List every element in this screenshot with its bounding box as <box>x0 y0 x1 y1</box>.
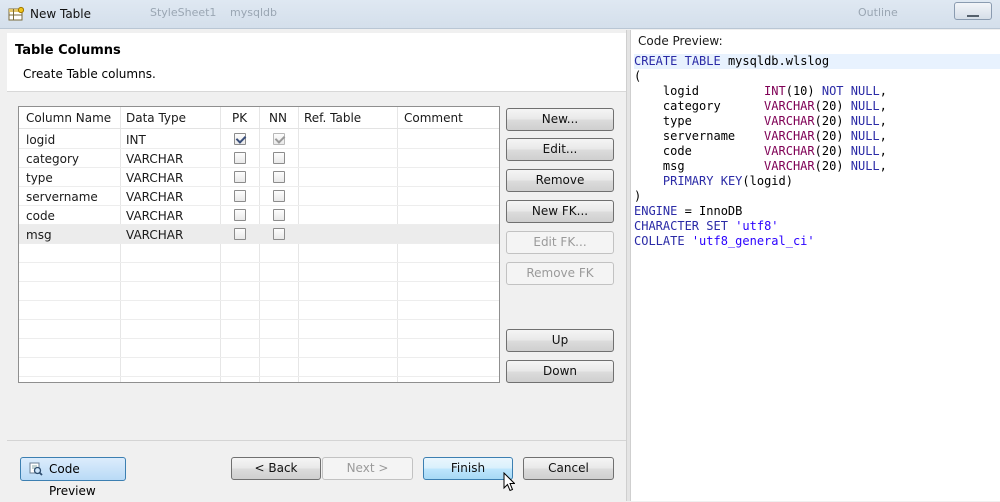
nn-checkbox[interactable] <box>273 133 285 145</box>
code-line: type VARCHAR(20) NULL, <box>634 114 887 128</box>
table-row[interactable]: code VARCHAR <box>19 206 499 225</box>
code-preview-title: Code Preview: <box>638 34 723 48</box>
column-name-cell[interactable]: code <box>26 209 55 223</box>
code-preview-label: Code Preview <box>49 462 96 498</box>
pk-checkbox[interactable] <box>234 209 246 221</box>
code-line: category VARCHAR(20) NULL, <box>634 99 887 113</box>
code-line: ENGINE = InnoDB <box>634 204 743 218</box>
back-button[interactable]: < Back <box>231 457 321 480</box>
data-type-cell[interactable]: VARCHAR <box>126 171 183 185</box>
columns-table: Column Name Data Type PK NN Ref. Table C… <box>18 106 500 383</box>
empty-row <box>19 339 499 358</box>
table-row[interactable]: type VARCHAR <box>19 168 499 187</box>
table-row[interactable]: msg VARCHAR <box>19 225 499 244</box>
column-name-cell[interactable]: msg <box>26 228 52 242</box>
code-preview-pane: Code Preview: CREATE TABLE mysqldb.wlslo… <box>631 30 1000 501</box>
background-tab-label: mysqldb <box>230 6 277 19</box>
column-name-cell[interactable]: type <box>26 171 53 185</box>
code-line: servername VARCHAR(20) NULL, <box>634 129 887 143</box>
nn-checkbox[interactable] <box>273 228 285 240</box>
pk-checkbox[interactable] <box>234 228 246 240</box>
new-fk-button[interactable]: New FK... <box>506 200 614 223</box>
data-type-cell[interactable]: INT <box>126 133 146 147</box>
code-line: COLLATE 'utf8_general_ci' <box>634 234 815 248</box>
nn-checkbox[interactable] <box>273 171 285 183</box>
table-row[interactable]: servername VARCHAR <box>19 187 499 206</box>
window-titlebar: New Table StyleSheet1 mysqldb Outline <box>0 0 1000 29</box>
code-line: logid INT(10) NOT NULL, <box>634 84 887 98</box>
empty-row <box>19 263 499 282</box>
data-type-cell[interactable]: VARCHAR <box>126 209 183 223</box>
column-header[interactable]: Data Type <box>126 111 186 125</box>
page-subtitle: Create Table columns. <box>23 67 156 81</box>
footer-divider <box>7 440 626 441</box>
code-line: PRIMARY KEY(logid) <box>662 174 793 188</box>
column-header[interactable]: Ref. Table <box>304 111 361 125</box>
magnifier-icon <box>29 462 43 476</box>
move-up-button[interactable]: Up <box>506 329 614 352</box>
empty-row <box>19 301 499 320</box>
nn-checkbox[interactable] <box>273 190 285 202</box>
remove-column-button[interactable]: Remove <box>506 169 614 192</box>
table-row[interactable]: logid INT <box>19 130 499 149</box>
column-header[interactable]: Column Name <box>26 111 111 125</box>
column-name-cell[interactable]: servername <box>26 190 98 204</box>
data-type-cell[interactable]: VARCHAR <box>126 228 183 242</box>
sql-code-block: CREATE TABLE mysqldb.wlslog( logid INT(1… <box>634 54 1000 249</box>
wizard-header: Table Columns Create Table columns. <box>7 33 626 92</box>
code-line: code VARCHAR(20) NULL, <box>634 144 887 158</box>
column-name-cell[interactable]: logid <box>26 133 55 147</box>
pk-checkbox[interactable] <box>234 190 246 202</box>
pk-checkbox[interactable] <box>234 133 246 145</box>
nn-checkbox[interactable] <box>273 152 285 164</box>
code-line: ( <box>634 69 642 83</box>
column-header[interactable]: NN <box>269 111 287 125</box>
table-icon <box>8 6 24 21</box>
data-type-cell[interactable]: VARCHAR <box>126 152 183 166</box>
cancel-button[interactable]: Cancel <box>523 457 614 480</box>
empty-row <box>19 320 499 339</box>
background-tab-label: Outline <box>858 6 898 19</box>
empty-row <box>19 282 499 301</box>
edit-column-button[interactable]: Edit... <box>506 138 614 161</box>
column-name-cell[interactable]: category <box>26 152 79 166</box>
code-line: CHARACTER SET 'utf8' <box>634 219 779 233</box>
code-line: ) <box>634 189 642 203</box>
edit-fk-button[interactable]: Edit FK... <box>506 231 614 254</box>
column-header[interactable]: Comment <box>404 111 463 125</box>
remove-fk-button[interactable]: Remove FK <box>506 262 614 285</box>
mouse-cursor-icon <box>503 472 515 492</box>
next-button[interactable]: Next > <box>322 457 413 480</box>
code-line: msg VARCHAR(20) NULL, <box>634 159 887 173</box>
background-tab-label: StyleSheet1 <box>150 6 217 19</box>
move-down-button[interactable]: Down <box>506 360 614 383</box>
empty-row <box>19 244 499 263</box>
code-preview-toggle-button[interactable]: Code Preview <box>20 457 126 498</box>
window-title: New Table <box>30 7 92 21</box>
finish-button[interactable]: Finish <box>423 457 513 480</box>
minimize-button[interactable] <box>954 2 992 20</box>
nn-checkbox[interactable] <box>273 209 285 221</box>
new-column-button[interactable]: New... <box>506 108 614 131</box>
empty-row <box>19 358 499 377</box>
data-type-cell[interactable]: VARCHAR <box>126 190 183 204</box>
column-header[interactable]: PK <box>232 111 247 125</box>
page-title: Table Columns <box>15 43 121 58</box>
table-header: Column Name Data Type PK NN Ref. Table C… <box>19 107 499 129</box>
table-row[interactable]: category VARCHAR <box>19 149 499 168</box>
code-line: CREATE TABLE mysqldb.wlslog <box>634 54 1000 69</box>
wizard-page: Table Columns Create Table columns. Colu… <box>0 30 626 501</box>
pk-checkbox[interactable] <box>234 152 246 164</box>
pk-checkbox[interactable] <box>234 171 246 183</box>
